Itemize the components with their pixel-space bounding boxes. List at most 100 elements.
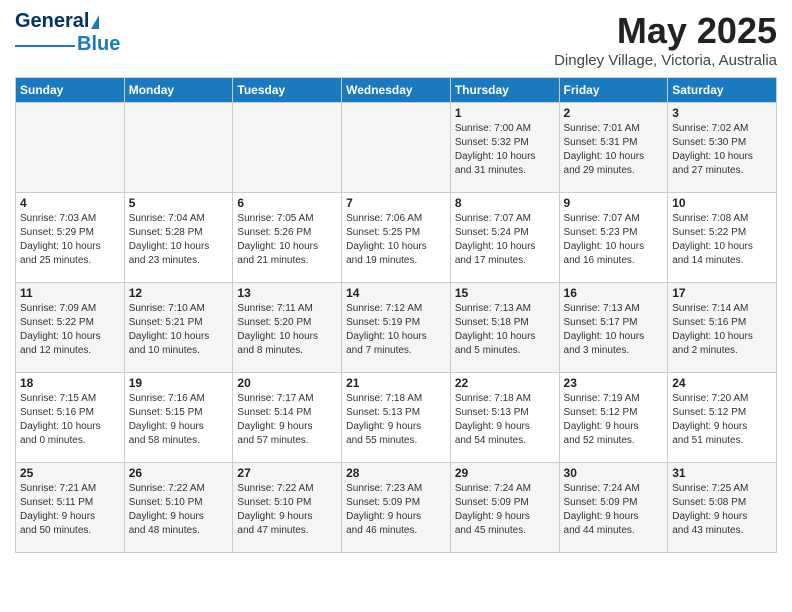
day-number: 18 bbox=[20, 376, 120, 390]
header-sunday: Sunday bbox=[16, 78, 125, 103]
month-title: May 2025 bbox=[554, 10, 777, 52]
day-number: 2 bbox=[564, 106, 664, 120]
day-info: Sunrise: 7:14 AMSunset: 5:16 PMDaylight:… bbox=[672, 302, 772, 358]
day-number: 31 bbox=[672, 466, 772, 480]
day-cell: 2 Sunrise: 7:01 AMSunset: 5:31 PMDaylight… bbox=[559, 103, 668, 193]
logo: General Blue bbox=[15, 10, 120, 56]
day-cell: 3 Sunrise: 7:02 AMSunset: 5:30 PMDaylight… bbox=[668, 103, 777, 193]
header-thursday: Thursday bbox=[450, 78, 559, 103]
day-cell: 25 Sunrise: 7:21 AMSunset: 5:11 PMDayligh… bbox=[16, 463, 125, 553]
day-info: Sunrise: 7:11 AMSunset: 5:20 PMDaylight:… bbox=[237, 302, 337, 358]
day-info: Sunrise: 7:24 AMSunset: 5:09 PMDaylight:… bbox=[564, 482, 664, 538]
day-cell: 7 Sunrise: 7:06 AMSunset: 5:25 PMDaylight… bbox=[342, 193, 451, 283]
day-info: Sunrise: 7:03 AMSunset: 5:29 PMDaylight:… bbox=[20, 212, 120, 268]
day-cell: 10Sunrise: 7:08 AMSunset: 5:22 PMDayligh… bbox=[668, 193, 777, 283]
day-info: Sunrise: 7:19 AMSunset: 5:12 PMDaylight:… bbox=[564, 392, 664, 448]
week-row-1: 1 Sunrise: 7:00 AMSunset: 5:32 PMDaylight… bbox=[16, 103, 777, 193]
day-cell: 5 Sunrise: 7:04 AMSunset: 5:28 PMDaylight… bbox=[124, 193, 233, 283]
day-info: Sunrise: 7:17 AMSunset: 5:14 PMDaylight:… bbox=[237, 392, 337, 448]
week-row-5: 25 Sunrise: 7:21 AMSunset: 5:11 PMDayligh… bbox=[16, 463, 777, 553]
day-info: Sunrise: 7:06 AMSunset: 5:25 PMDaylight:… bbox=[346, 212, 446, 268]
logo-triangle-icon bbox=[91, 15, 99, 29]
calendar-header-row: SundayMondayTuesdayWednesdayThursdayFrid… bbox=[16, 78, 777, 103]
header-friday: Friday bbox=[559, 78, 668, 103]
day-cell: 1 Sunrise: 7:00 AMSunset: 5:32 PMDaylight… bbox=[450, 103, 559, 193]
day-info: Sunrise: 7:24 AMSunset: 5:09 PMDaylight:… bbox=[455, 482, 555, 538]
day-cell: 19Sunrise: 7:16 AMSunset: 5:15 PMDayligh… bbox=[124, 373, 233, 463]
day-cell: 22Sunrise: 7:18 AMSunset: 5:13 PMDayligh… bbox=[450, 373, 559, 463]
header-saturday: Saturday bbox=[668, 78, 777, 103]
day-cell: 13 Sunrise: 7:11 AMSunset: 5:20 PMDayligh… bbox=[233, 283, 342, 373]
day-cell: 23 Sunrise: 7:19 AMSunset: 5:12 PMDayligh… bbox=[559, 373, 668, 463]
day-number: 14 bbox=[346, 286, 446, 300]
header-tuesday: Tuesday bbox=[233, 78, 342, 103]
location-title: Dingley Village, Victoria, Australia bbox=[554, 52, 777, 69]
day-number: 27 bbox=[237, 466, 337, 480]
day-number: 17 bbox=[672, 286, 772, 300]
calendar-table: SundayMondayTuesdayWednesdayThursdayFrid… bbox=[15, 77, 777, 553]
day-info: Sunrise: 7:00 AMSunset: 5:32 PMDaylight:… bbox=[455, 122, 555, 178]
day-cell: 16 Sunrise: 7:13 AMSunset: 5:17 PMDayligh… bbox=[559, 283, 668, 373]
day-number: 12 bbox=[129, 286, 229, 300]
day-number: 6 bbox=[237, 196, 337, 210]
day-info: Sunrise: 7:21 AMSunset: 5:11 PMDaylight:… bbox=[20, 482, 120, 538]
day-number: 28 bbox=[346, 466, 446, 480]
day-info: Sunrise: 7:23 AMSunset: 5:09 PMDaylight:… bbox=[346, 482, 446, 538]
day-number: 4 bbox=[20, 196, 120, 210]
header-monday: Monday bbox=[124, 78, 233, 103]
day-cell: 29Sunrise: 7:24 AMSunset: 5:09 PMDayligh… bbox=[450, 463, 559, 553]
day-number: 23 bbox=[564, 376, 664, 390]
day-cell: 24 Sunrise: 7:20 AMSunset: 5:12 PMDayligh… bbox=[668, 373, 777, 463]
day-info: Sunrise: 7:18 AMSunset: 5:13 PMDaylight:… bbox=[346, 392, 446, 448]
day-number: 21 bbox=[346, 376, 446, 390]
logo-blue: Blue bbox=[77, 33, 120, 56]
day-number: 26 bbox=[129, 466, 229, 480]
day-cell: 11Sunrise: 7:09 AMSunset: 5:22 PMDayligh… bbox=[16, 283, 125, 373]
day-cell: 12Sunrise: 7:10 AMSunset: 5:21 PMDayligh… bbox=[124, 283, 233, 373]
day-number: 24 bbox=[672, 376, 772, 390]
day-number: 22 bbox=[455, 376, 555, 390]
day-number: 13 bbox=[237, 286, 337, 300]
day-info: Sunrise: 7:22 AMSunset: 5:10 PMDaylight:… bbox=[129, 482, 229, 538]
day-cell: 20 Sunrise: 7:17 AMSunset: 5:14 PMDayligh… bbox=[233, 373, 342, 463]
day-cell bbox=[16, 103, 125, 193]
day-info: Sunrise: 7:01 AMSunset: 5:31 PMDaylight:… bbox=[564, 122, 664, 178]
day-number: 30 bbox=[564, 466, 664, 480]
day-number: 25 bbox=[20, 466, 120, 480]
day-info: Sunrise: 7:15 AMSunset: 5:16 PMDaylight:… bbox=[20, 392, 120, 448]
day-info: Sunrise: 7:07 AMSunset: 5:23 PMDaylight:… bbox=[564, 212, 664, 268]
day-cell: 18 Sunrise: 7:15 AMSunset: 5:16 PMDayligh… bbox=[16, 373, 125, 463]
day-cell: 4 Sunrise: 7:03 AMSunset: 5:29 PMDaylight… bbox=[16, 193, 125, 283]
page-header: General Blue May 2025 Dingley Village, V… bbox=[15, 10, 777, 69]
title-area: May 2025 Dingley Village, Victoria, Aust… bbox=[554, 10, 777, 69]
day-number: 8 bbox=[455, 196, 555, 210]
day-info: Sunrise: 7:13 AMSunset: 5:17 PMDaylight:… bbox=[564, 302, 664, 358]
day-cell: 17 Sunrise: 7:14 AMSunset: 5:16 PMDayligh… bbox=[668, 283, 777, 373]
day-cell: 21 Sunrise: 7:18 AMSunset: 5:13 PMDayligh… bbox=[342, 373, 451, 463]
day-number: 16 bbox=[564, 286, 664, 300]
day-number: 1 bbox=[455, 106, 555, 120]
day-cell: 30 Sunrise: 7:24 AMSunset: 5:09 PMDayligh… bbox=[559, 463, 668, 553]
day-number: 19 bbox=[129, 376, 229, 390]
day-number: 15 bbox=[455, 286, 555, 300]
day-info: Sunrise: 7:04 AMSunset: 5:28 PMDaylight:… bbox=[129, 212, 229, 268]
day-info: Sunrise: 7:12 AMSunset: 5:19 PMDaylight:… bbox=[346, 302, 446, 358]
day-cell bbox=[124, 103, 233, 193]
day-cell: 14 Sunrise: 7:12 AMSunset: 5:19 PMDayligh… bbox=[342, 283, 451, 373]
day-cell: 6 Sunrise: 7:05 AMSunset: 5:26 PMDaylight… bbox=[233, 193, 342, 283]
day-cell bbox=[233, 103, 342, 193]
day-number: 7 bbox=[346, 196, 446, 210]
day-info: Sunrise: 7:05 AMSunset: 5:26 PMDaylight:… bbox=[237, 212, 337, 268]
day-cell: 31Sunrise: 7:25 AMSunset: 5:08 PMDayligh… bbox=[668, 463, 777, 553]
week-row-3: 11Sunrise: 7:09 AMSunset: 5:22 PMDayligh… bbox=[16, 283, 777, 373]
day-cell: 28 Sunrise: 7:23 AMSunset: 5:09 PMDayligh… bbox=[342, 463, 451, 553]
day-number: 11 bbox=[20, 286, 120, 300]
day-info: Sunrise: 7:02 AMSunset: 5:30 PMDaylight:… bbox=[672, 122, 772, 178]
day-number: 3 bbox=[672, 106, 772, 120]
day-cell: 27Sunrise: 7:22 AMSunset: 5:10 PMDayligh… bbox=[233, 463, 342, 553]
day-number: 20 bbox=[237, 376, 337, 390]
week-row-4: 18 Sunrise: 7:15 AMSunset: 5:16 PMDayligh… bbox=[16, 373, 777, 463]
day-number: 5 bbox=[129, 196, 229, 210]
day-info: Sunrise: 7:20 AMSunset: 5:12 PMDaylight:… bbox=[672, 392, 772, 448]
week-row-2: 4 Sunrise: 7:03 AMSunset: 5:29 PMDaylight… bbox=[16, 193, 777, 283]
